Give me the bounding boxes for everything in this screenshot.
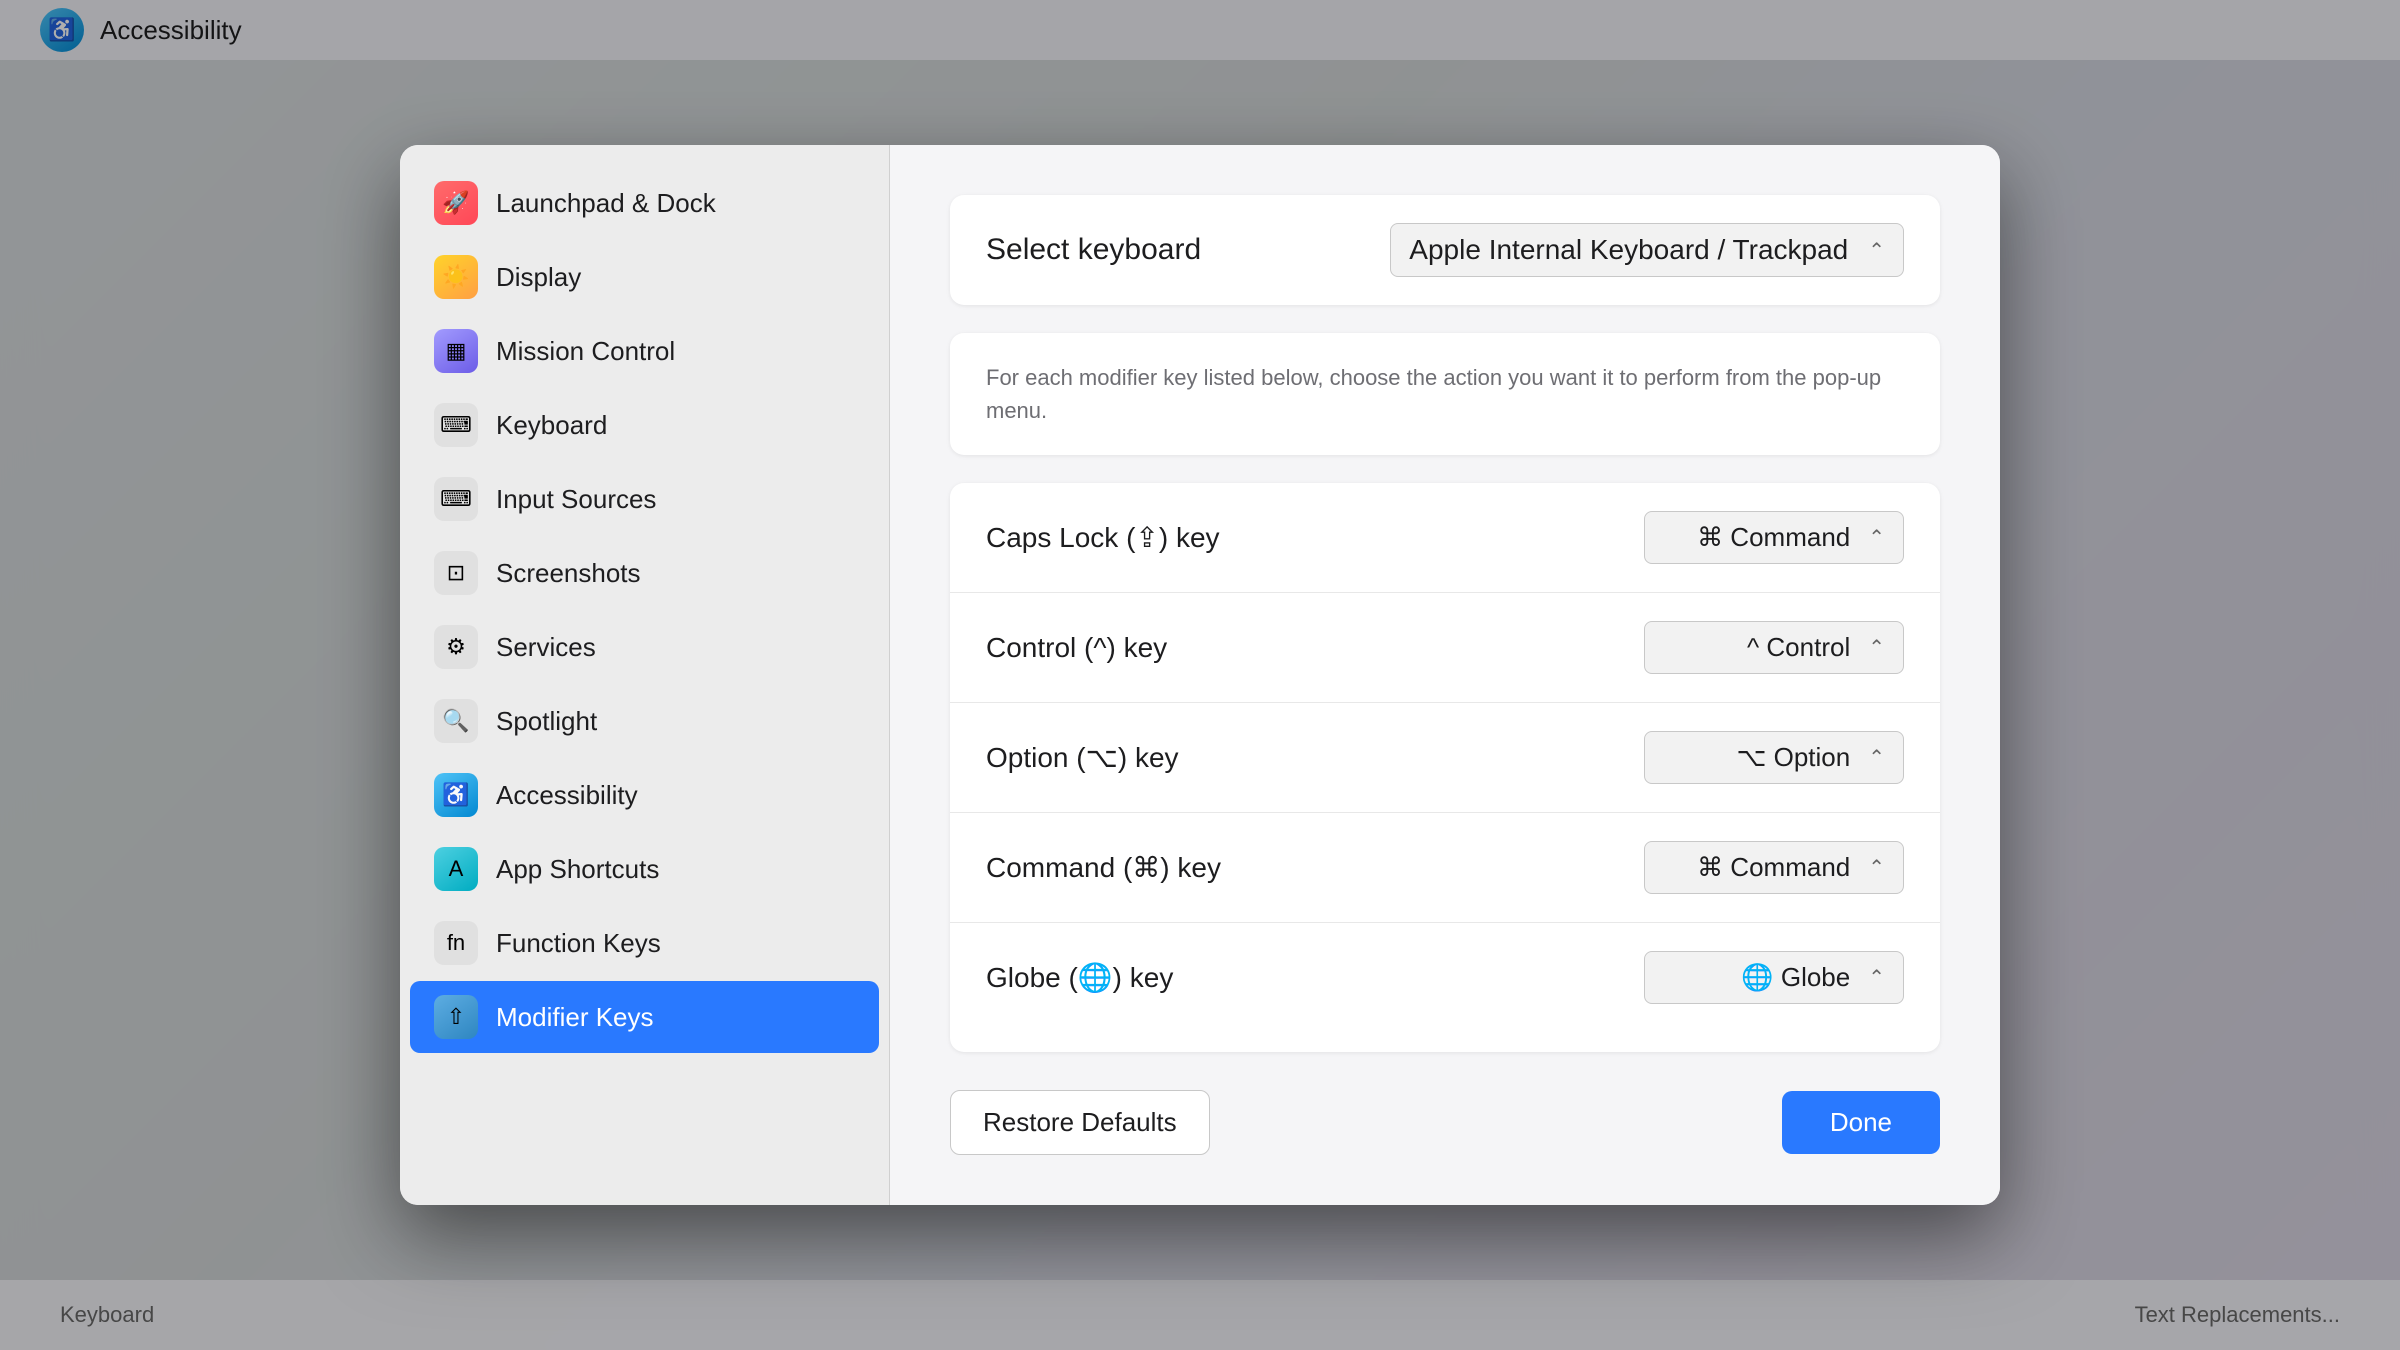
sidebar-label-display: Display	[496, 262, 581, 293]
modifier-dropdown-globe[interactable]: 🌐 Globe ⌃	[1644, 951, 1904, 1004]
sidebar-label-modifier: Modifier Keys	[496, 1002, 654, 1033]
sidebar-label-launchpad: Launchpad & Dock	[496, 188, 716, 219]
done-button[interactable]: Done	[1782, 1091, 1940, 1154]
modifier-dropdown-option[interactable]: ⌥ Option ⌃	[1644, 731, 1904, 784]
restore-defaults-button[interactable]: Restore Defaults	[950, 1090, 1210, 1155]
keyboard-dropdown[interactable]: Apple Internal Keyboard / Trackpad ⌃	[1390, 223, 1904, 277]
description-text: For each modifier key listed below, choo…	[986, 361, 1904, 427]
launchpad-icon: 🚀	[434, 181, 478, 225]
modifier-dropdown-arrows-control: ⌃	[1868, 635, 1885, 660]
sidebar-item-input[interactable]: ⌨ Input Sources	[410, 463, 879, 535]
description-card: For each modifier key listed below, choo…	[950, 333, 1940, 455]
modifier-key-label-caps-lock: Caps Lock (⇪) key	[986, 521, 1220, 554]
bottom-buttons-bar: Restore Defaults Done	[950, 1090, 1940, 1155]
sidebar-label-appshortcuts: App Shortcuts	[496, 854, 659, 885]
modifier-keys-table: Caps Lock (⇪) key⌘ Command ⌃Control (^) …	[950, 483, 1940, 1052]
keyboard-value: Apple Internal Keyboard / Trackpad	[1409, 234, 1848, 266]
modifier-dropdown-arrows-option: ⌃	[1868, 745, 1885, 770]
modifier-row-caps-lock: Caps Lock (⇪) key ⌘ Command ⌃	[950, 483, 1940, 593]
mission-icon: ▦	[434, 329, 478, 373]
modifier-icon: ⇧	[434, 995, 478, 1039]
modifier-key-label-command: Command (⌘) key	[986, 851, 1221, 884]
sidebar-item-services[interactable]: ⚙ Services	[410, 611, 879, 683]
sidebar: 🚀 Launchpad & Dock ☀️ Display ▦ Mission Contr…	[400, 145, 890, 1205]
sidebar-item-screenshots[interactable]: ⊡ Screenshots	[410, 537, 879, 609]
sidebar-item-display[interactable]: ☀️ Display	[410, 241, 879, 313]
modifier-value-option: ⌥ Option	[1736, 742, 1850, 773]
modifier-row-option: Option (⌥) key ⌥ Option ⌃	[950, 703, 1940, 813]
services-icon: ⚙	[434, 625, 478, 669]
keyboard-dropdown-arrows: ⌃	[1868, 238, 1885, 263]
keyboard-icon: ⌨	[434, 403, 478, 447]
sidebar-label-spotlight: Spotlight	[496, 706, 597, 737]
sidebar-item-mission[interactable]: ▦ Mission Control	[410, 315, 879, 387]
sidebar-item-launchpad[interactable]: 🚀 Launchpad & Dock	[410, 167, 879, 239]
modifier-dropdown-arrows-globe: ⌃	[1868, 965, 1885, 990]
sidebar-item-accessibility[interactable]: ♿ Accessibility	[410, 759, 879, 831]
sidebar-item-spotlight[interactable]: 🔍 Spotlight	[410, 685, 879, 757]
select-keyboard-card: Select keyboard Apple Internal Keyboard …	[950, 195, 1940, 305]
fnkeys-icon: fn	[434, 921, 478, 965]
sidebar-item-fnkeys[interactable]: fn Function Keys	[410, 907, 879, 979]
sidebar-label-mission: Mission Control	[496, 336, 675, 367]
modifier-value-caps-lock: ⌘ Command	[1697, 522, 1850, 553]
modifier-dropdown-arrows-command: ⌃	[1868, 855, 1885, 880]
modifier-value-command: ⌘ Command	[1697, 852, 1850, 883]
input-icon: ⌨	[434, 477, 478, 521]
appshortcuts-icon: A	[434, 847, 478, 891]
screenshots-icon: ⊡	[434, 551, 478, 595]
sidebar-label-screenshots: Screenshots	[496, 558, 641, 589]
sidebar-item-modifier[interactable]: ⇧ Modifier Keys	[410, 981, 879, 1053]
modifier-key-label-option: Option (⌥) key	[986, 741, 1179, 774]
modifier-keys-modal: 🚀 Launchpad & Dock ☀️ Display ▦ Mission Contr…	[400, 145, 2000, 1205]
modifier-key-label-control: Control (^) key	[986, 632, 1167, 664]
accessibility-icon: ♿	[434, 773, 478, 817]
sidebar-label-keyboard: Keyboard	[496, 410, 607, 441]
modifier-key-label-globe: Globe (🌐) key	[986, 961, 1173, 994]
select-keyboard-label: Select keyboard	[986, 233, 1201, 267]
modifier-dropdown-arrows-caps-lock: ⌃	[1868, 525, 1885, 550]
modifier-value-globe: 🌐 Globe	[1741, 962, 1850, 993]
modifier-dropdown-caps-lock[interactable]: ⌘ Command ⌃	[1644, 511, 1904, 564]
spotlight-icon: 🔍	[434, 699, 478, 743]
modifier-dropdown-command[interactable]: ⌘ Command ⌃	[1644, 841, 1904, 894]
sidebar-label-fnkeys: Function Keys	[496, 928, 661, 959]
modifier-value-control: ^ Control	[1747, 632, 1850, 663]
sidebar-item-keyboard[interactable]: ⌨ Keyboard	[410, 389, 879, 461]
display-icon: ☀️	[434, 255, 478, 299]
modifier-row-command: Command (⌘) key ⌘ Command ⌃	[950, 813, 1940, 923]
modifier-row-globe: Globe (🌐) key 🌐 Globe ⌃	[950, 923, 1940, 1032]
sidebar-label-input: Input Sources	[496, 484, 656, 515]
sidebar-item-appshortcuts[interactable]: A App Shortcuts	[410, 833, 879, 905]
sidebar-label-accessibility: Accessibility	[496, 780, 638, 811]
content-area: Select keyboard Apple Internal Keyboard …	[890, 145, 2000, 1205]
modifier-row-control: Control (^) key ^ Control ⌃	[950, 593, 1940, 703]
modifier-dropdown-control[interactable]: ^ Control ⌃	[1644, 621, 1904, 674]
sidebar-label-services: Services	[496, 632, 596, 663]
